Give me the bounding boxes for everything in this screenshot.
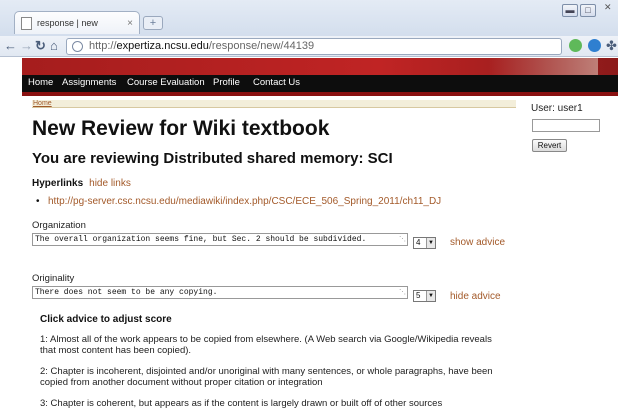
tab-close-icon[interactable]: × — [127, 18, 133, 29]
hyperlinks-header: Hyperlinks hide links — [32, 178, 131, 189]
current-user-label: User: user1 — [531, 103, 583, 114]
revert-button[interactable]: Revert — [532, 139, 567, 152]
nav-home[interactable]: Home — [28, 77, 53, 88]
window-controls: ▬ □ — [562, 4, 596, 17]
question-label-organization: Organization — [32, 220, 86, 231]
banner-artwork — [488, 58, 598, 75]
advice-heading: Click advice to adjust score — [40, 314, 172, 325]
originality-score-select[interactable]: 5 ▼ — [413, 290, 436, 302]
address-bar[interactable]: http://expertiza.ncsu.edu/response/new/4… — [66, 38, 562, 55]
navbar-divider — [22, 92, 618, 96]
organization-score-value: 4 — [416, 238, 421, 247]
url-host: expertiza.ncsu.edu — [116, 40, 209, 52]
originality-comment-text: There does not seem to be any copying. — [35, 288, 218, 297]
organization-comment-textarea[interactable]: The overall organization seems fine, but… — [32, 233, 408, 246]
submission-link[interactable]: http://pg-server.csc.ncsu.edu/mediawiki/… — [36, 196, 441, 207]
originality-comment-textarea[interactable]: There does not seem to be any copying. ⋱ — [32, 286, 408, 299]
nav-contact-us[interactable]: Contact Us — [253, 77, 300, 88]
forward-arrow-icon[interactable]: → — [20, 39, 33, 53]
maximize-button[interactable]: □ — [580, 4, 596, 17]
resize-grip-icon[interactable]: ⋱ — [399, 290, 406, 297]
hide-links-toggle[interactable]: hide links — [89, 178, 131, 189]
new-tab-button[interactable]: + — [143, 16, 163, 30]
page-icon — [21, 16, 32, 30]
url-prefix: http:// — [89, 40, 117, 52]
back-arrow-icon[interactable]: ← — [4, 39, 17, 53]
nav-assignments[interactable]: Assignments — [62, 77, 116, 88]
home-icon[interactable]: ⌂ — [50, 39, 58, 53]
question-label-originality: Originality — [32, 273, 75, 284]
wrench-icon[interactable]: ✤ — [606, 39, 617, 53]
page-title: New Review for Wiki textbook — [32, 117, 330, 140]
browser-toolbar: ← → ↻ ⌂ http://expertiza.ncsu.edu/respon… — [0, 36, 618, 57]
advice-option-1[interactable]: 1: Almost all of the work appears to be … — [40, 334, 510, 356]
site-navbar: Home Assignments Course Evaluation Profi… — [22, 75, 618, 92]
advice-option-2[interactable]: 2: Chapter is incoherent, disjointed and… — [40, 366, 510, 388]
reload-icon[interactable]: ↻ — [35, 39, 46, 53]
nav-course-evaluation[interactable]: Course Evaluation — [127, 77, 205, 88]
breadcrumb-bar — [32, 100, 516, 108]
extension-check-icon[interactable] — [569, 39, 582, 52]
advice-option-3[interactable]: 3: Chapter is coherent, but appears as i… — [40, 398, 510, 409]
sidebar-text-input[interactable] — [532, 119, 600, 132]
show-advice-link[interactable]: show advice — [450, 237, 505, 248]
url-path: /response/new/44139 — [208, 40, 315, 52]
chevron-down-icon: ▼ — [426, 291, 435, 301]
nav-profile[interactable]: Profile — [213, 77, 240, 88]
tab-title: response | new — [37, 18, 98, 28]
review-subtitle: You are reviewing Distributed shared mem… — [32, 150, 393, 167]
globe-icon — [72, 41, 83, 52]
breadcrumb-home-link[interactable]: Home — [33, 100, 52, 107]
chevron-down-icon: ▼ — [426, 238, 435, 248]
organization-comment-text: The overall organization seems fine, but… — [35, 235, 367, 244]
organization-score-select[interactable]: 4 ▼ — [413, 237, 436, 249]
hide-advice-link[interactable]: hide advice — [450, 291, 501, 302]
originality-score-value: 5 — [416, 291, 421, 300]
minimize-button[interactable]: ▬ — [562, 4, 578, 17]
extension-globe-icon[interactable] — [588, 39, 601, 52]
close-window-icon[interactable]: ✕ — [604, 2, 618, 16]
browser-tabstrip: response | new × + ▬ □ ✕ — [0, 0, 618, 36]
hyperlinks-label: Hyperlinks — [32, 178, 84, 189]
resize-grip-icon[interactable]: ⋱ — [399, 237, 406, 244]
browser-tab[interactable]: response | new × — [14, 11, 140, 34]
